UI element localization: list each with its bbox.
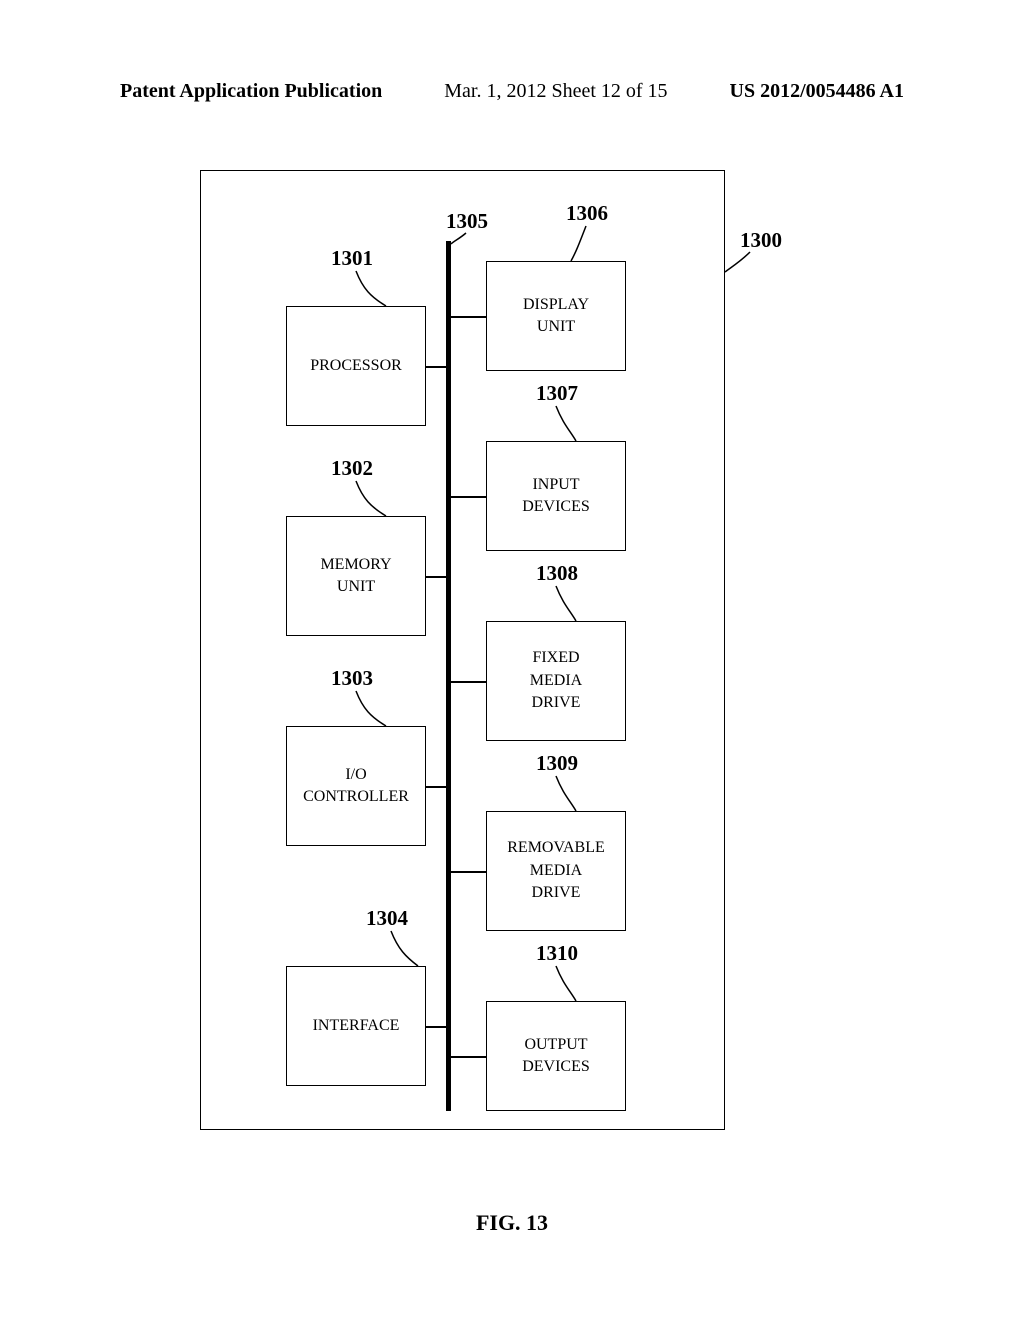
- connector-fixed: [451, 681, 486, 683]
- lead-1305: [451, 231, 481, 251]
- lead-1306: [571, 224, 611, 264]
- removable-label-3: DRIVE: [532, 882, 581, 904]
- lead-1309: [551, 774, 591, 814]
- ref-1306: 1306: [566, 201, 608, 226]
- processor-block: PROCESSOR: [286, 306, 426, 426]
- connector-input: [451, 496, 486, 498]
- processor-label: PROCESSOR: [310, 355, 402, 377]
- connector-processor: [426, 366, 446, 368]
- output-label-1: OUTPUT: [524, 1034, 587, 1056]
- lead-1302: [351, 479, 391, 519]
- lead-1310: [551, 964, 591, 1004]
- removable-label-2: MEDIA: [530, 860, 582, 882]
- header-publication: Patent Application Publication: [120, 80, 382, 103]
- ref-1310: 1310: [536, 941, 578, 966]
- interface-block: INTERFACE: [286, 966, 426, 1086]
- fixed-media-block: FIXED MEDIA DRIVE: [486, 621, 626, 741]
- fixed-label-2: MEDIA: [530, 670, 582, 692]
- ref-1302: 1302: [331, 456, 373, 481]
- display-block: DISPLAY UNIT: [486, 261, 626, 371]
- system-bus: [446, 241, 451, 1111]
- ref-1307: 1307: [536, 381, 578, 406]
- connector-display: [451, 316, 486, 318]
- header-date-sheet: Mar. 1, 2012 Sheet 12 of 15: [444, 80, 667, 103]
- lead-1308: [551, 584, 591, 624]
- fixed-label-3: DRIVE: [532, 692, 581, 714]
- io-label-2: CONTROLLER: [303, 786, 409, 808]
- lead-1301: [351, 269, 391, 309]
- connector-output: [451, 1056, 486, 1058]
- io-label-1: I/O: [345, 764, 366, 786]
- input-devices-block: INPUT DEVICES: [486, 441, 626, 551]
- lead-1304: [386, 929, 426, 969]
- removable-media-block: REMOVABLE MEDIA DRIVE: [486, 811, 626, 931]
- input-label-1: INPUT: [532, 474, 579, 496]
- system-block-diagram: PROCESSOR 1301 MEMORY UNIT 1302 I/O CONT…: [200, 170, 725, 1130]
- memory-label-1: MEMORY: [320, 554, 391, 576]
- lead-1300: [720, 250, 760, 280]
- header-pub-number: US 2012/0054486 A1: [730, 80, 904, 103]
- display-label-2: UNIT: [537, 316, 575, 338]
- ref-1304: 1304: [366, 906, 408, 931]
- removable-label-1: REMOVABLE: [507, 837, 605, 859]
- display-label-1: DISPLAY: [523, 294, 589, 316]
- output-devices-block: OUTPUT DEVICES: [486, 1001, 626, 1111]
- memory-block: MEMORY UNIT: [286, 516, 426, 636]
- connector-memory: [426, 576, 446, 578]
- connector-io: [426, 786, 446, 788]
- connector-removable: [451, 871, 486, 873]
- input-label-2: DEVICES: [522, 496, 590, 518]
- connector-interface: [426, 1026, 446, 1028]
- ref-1308: 1308: [536, 561, 578, 586]
- figure-caption: FIG. 13: [0, 1210, 1024, 1236]
- io-controller-block: I/O CONTROLLER: [286, 726, 426, 846]
- fixed-label-1: FIXED: [532, 647, 579, 669]
- ref-1309: 1309: [536, 751, 578, 776]
- memory-label-2: UNIT: [337, 576, 375, 598]
- lead-1303: [351, 689, 391, 729]
- lead-1307: [551, 404, 591, 444]
- ref-1301: 1301: [331, 246, 373, 271]
- output-label-2: DEVICES: [522, 1056, 590, 1078]
- interface-label: INTERFACE: [313, 1015, 400, 1037]
- ref-1303: 1303: [331, 666, 373, 691]
